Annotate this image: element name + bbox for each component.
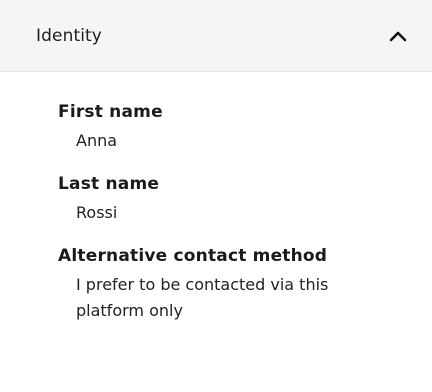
field-value: I prefer to be contacted via this platfo… xyxy=(76,275,329,320)
field-label: First name xyxy=(58,102,163,122)
field-last-name: Last name Rossi xyxy=(58,172,392,226)
field-value: Anna xyxy=(76,131,118,150)
field-label: Last name xyxy=(58,174,160,194)
section-header[interactable]: Identity xyxy=(0,0,432,72)
chevron-up-icon[interactable] xyxy=(384,22,412,50)
section-body: First name Anna Last name Rossi Alternat… xyxy=(0,72,432,324)
section-title: Identity xyxy=(36,25,102,46)
field-alternative-contact-method: Alternative contact method I prefer to b… xyxy=(58,244,392,324)
field-label: Alternative contact method xyxy=(58,246,328,266)
field-value: Rossi xyxy=(76,203,118,222)
field-first-name: First name Anna xyxy=(58,100,392,154)
identity-panel: Identity First name Anna Last name Rossi… xyxy=(0,0,432,392)
